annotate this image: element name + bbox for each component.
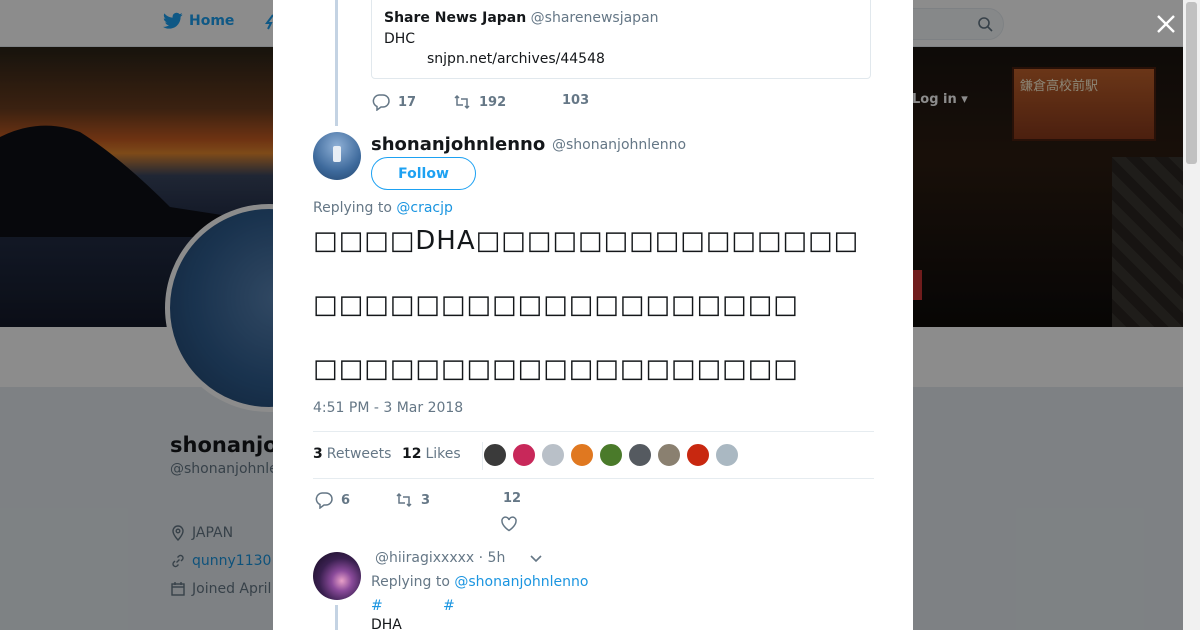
liker-avatar[interactable]	[657, 443, 681, 467]
quoted-author-name: Share News Japan	[384, 10, 527, 26]
tweet-author-avatar[interactable]	[313, 132, 361, 180]
close-icon[interactable]	[1154, 12, 1178, 36]
tweet-text-line-2: □□□□□□□□□□□□□□□□□□□	[313, 290, 799, 320]
tweet-like-count-action[interactable]: 12	[503, 491, 521, 506]
page-scrollbar[interactable]	[1183, 0, 1200, 630]
liker-avatar[interactable]	[686, 443, 710, 467]
reply-time[interactable]: · 5h	[479, 550, 506, 566]
liker-avatar[interactable]	[483, 443, 507, 467]
scrollbar-thumb[interactable]	[1186, 2, 1197, 164]
reply-author-avatar[interactable]	[313, 552, 361, 600]
reply-hashtag-2[interactable]: #	[443, 598, 455, 614]
quoted-like-count: 103	[562, 93, 590, 108]
tweet-text-line-3: □□□□□□□□□□□□□□□□□□□	[313, 354, 799, 384]
replying-to-line: Replying to @cracjp	[313, 200, 453, 216]
reply-replying-mention[interactable]: @shonanjohnlenno	[454, 574, 588, 590]
quoted-author-handle: @sharenewsjapan	[530, 10, 659, 26]
tweet-author-handle[interactable]: @shonanjohnlenno	[552, 137, 686, 153]
like-stat-label: Likes	[425, 446, 461, 462]
retweet-icon	[396, 492, 412, 508]
tweet-retweet-action[interactable]: 3	[395, 491, 430, 509]
reply-replying-line: Replying to @shonanjohnlenno	[371, 574, 588, 590]
replying-to-label: Replying to	[313, 200, 392, 216]
quoted-retweet-count: 192	[479, 94, 507, 110]
reply-icon	[315, 492, 333, 509]
tweet-author-name[interactable]: shonanjohnlenno	[371, 134, 545, 155]
liker-avatar[interactable]	[715, 443, 739, 467]
quoted-tweet-text: DHC	[384, 31, 416, 47]
quoted-tweet-card[interactable]: Share News Japan @sharenewsjapan DHC snj…	[371, 0, 871, 79]
like-stat[interactable]: 12 Likes	[402, 446, 461, 462]
liker-avatar[interactable]	[628, 443, 652, 467]
quoted-reply-count: 17	[398, 94, 417, 110]
tweet-stats-bar: 3 Retweets 12 Likes	[313, 431, 874, 479]
quoted-tweet-link[interactable]: snjpn.net/archives/44548	[427, 51, 605, 67]
retweet-icon	[454, 94, 470, 110]
reply-text: DHA	[371, 617, 402, 630]
chevron-down-icon[interactable]	[528, 552, 544, 566]
reply-author-handle[interactable]: @hiiragixxxxx	[375, 550, 474, 566]
quoted-like-action[interactable]: 103	[562, 93, 589, 108]
tweet-text-line-1: □□□□DHA□□□□□□□□□□□□□□□	[313, 226, 860, 256]
replying-to-mention[interactable]: @cracjp	[396, 200, 453, 216]
retweet-stat-count: 3	[313, 446, 323, 462]
quoted-retweet-action[interactable]: 192	[453, 93, 506, 111]
tweet-modal: Share News Japan @sharenewsjapan DHC snj…	[273, 0, 913, 630]
quoted-tweet-header: Share News Japan @sharenewsjapan	[384, 10, 659, 26]
liker-avatar[interactable]	[599, 443, 623, 467]
reply-thread-connector	[335, 605, 338, 630]
like-stat-count: 12	[402, 446, 422, 462]
tweet-reply-count: 6	[341, 492, 351, 508]
reply-header: @hiiragixxxxx · 5h	[375, 550, 505, 566]
tweet-like-count: 12	[503, 491, 522, 506]
retweet-stat[interactable]: 3 Retweets	[313, 446, 391, 462]
reply-replying-label: Replying to	[371, 574, 450, 590]
thread-connector	[335, 0, 338, 126]
liker-avatar[interactable]	[570, 443, 594, 467]
liker-avatar[interactable]	[541, 443, 565, 467]
quoted-reply-action[interactable]: 17	[372, 93, 416, 111]
reply-icon	[372, 94, 390, 111]
retweet-stat-label: Retweets	[326, 446, 392, 462]
heart-icon[interactable]	[500, 515, 518, 533]
reply-hashtag-1[interactable]: #	[371, 598, 383, 614]
tweet-reply-action[interactable]: 6	[315, 491, 350, 509]
tweet-retweet-count: 3	[421, 492, 431, 508]
follow-button[interactable]: Follow	[371, 157, 476, 190]
tweet-timestamp[interactable]: 4:51 PM - 3 Mar 2018	[313, 400, 463, 416]
liker-avatar[interactable]	[512, 443, 536, 467]
